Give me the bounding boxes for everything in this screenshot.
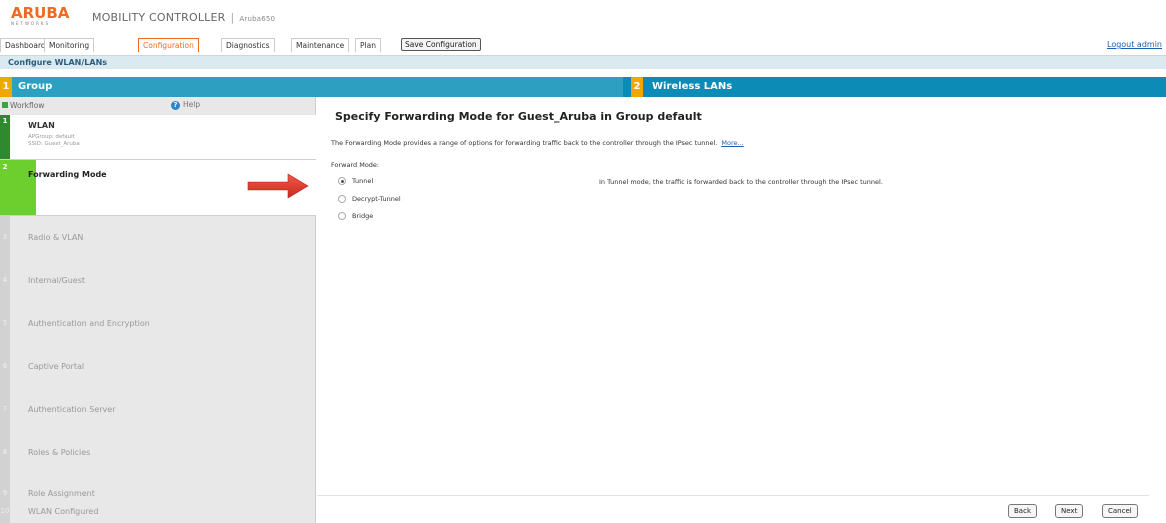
description-text: The Forwarding Mode provides a range of … (331, 139, 718, 147)
sidebar-item-number: 10 (0, 507, 10, 515)
sidebar-item-internal-guest[interactable]: 4 Internal/Guest (0, 259, 316, 302)
next-button[interactable]: Next (1055, 504, 1084, 518)
step-label-group: Group (18, 81, 53, 92)
tab-diagnostics[interactable]: Diagnostics (221, 38, 275, 52)
tab-plan[interactable]: Plan (355, 38, 381, 52)
sidebar-item-label: Role Assignment (28, 489, 95, 498)
product-title: MOBILITY CONTROLLER | Aruba650 (92, 11, 275, 24)
step-label-wireless-lans: Wireless LANs (652, 81, 733, 92)
main-nav: Dashboard Monitoring Configuration Diagn… (0, 38, 1166, 54)
page-title: Configure WLAN/LANs (8, 58, 108, 67)
sidebar-item-number-2: 2 (2, 163, 8, 171)
sidebar-item-number: 4 (2, 276, 8, 284)
sidebar-item-label: WLAN (28, 121, 55, 130)
annotation-arrow-icon (247, 173, 309, 199)
step-number: 1 (0, 77, 12, 97)
main-panel: Specify Forwarding Mode for Guest_Aruba … (317, 97, 1166, 523)
divider (0, 159, 316, 160)
sidebar-item-number-1: 1 (2, 117, 8, 125)
sidebar-item-label: Internal/Guest (28, 276, 86, 285)
sidebar-item-label: Roles & Policies (28, 448, 91, 457)
sidebar-item-number: 3 (2, 233, 8, 241)
sidebar-item-radio-vlan[interactable]: 3 Radio & VLAN (0, 216, 316, 259)
cancel-button[interactable]: Cancel (1102, 504, 1138, 518)
back-button[interactable]: Back (1008, 504, 1037, 518)
workflow-label: Workflow (10, 101, 45, 110)
radio-button-checked[interactable] (338, 177, 346, 185)
forwarding-mode-description: The Forwarding Mode provides a range of … (331, 139, 744, 147)
more-link[interactable]: More... (721, 139, 743, 147)
title-separator: | (230, 11, 235, 24)
sidebar-item-number: 5 (2, 319, 8, 327)
radio-label: Bridge (352, 212, 374, 220)
app-header: ARUBA NETWORKS MOBILITY CONTROLLER | Aruba… (0, 0, 1166, 36)
tab-maintenance[interactable]: Maintenance (291, 38, 350, 52)
sidebar-item-label: Authentication Server (28, 405, 116, 414)
sidebar-item-authentication-server[interactable]: 7 Authentication Server (0, 388, 316, 431)
radio-decrypt-tunnel[interactable]: Decrypt-Tunnel (338, 195, 401, 203)
sidebar-item-label: Authentication and Encryption (28, 319, 150, 328)
aruba-logo: ARUBA NETWORKS (11, 6, 73, 28)
radio-label: Decrypt-Tunnel (352, 195, 401, 203)
footer-divider (317, 495, 1149, 496)
forward-mode-label: Forward Mode: (331, 161, 380, 169)
mode-explanation: In Tunnel mode, the traffic is forwarded… (599, 178, 883, 186)
sidebar-item-number: 8 (2, 448, 8, 456)
page-title-bar: Configure WLAN/LANs (0, 55, 1166, 69)
tab-configuration[interactable]: Configuration (138, 38, 199, 52)
sidebar-item-apgroup: APGroup: default (28, 134, 75, 140)
sidebar-item-label: Radio & VLAN (28, 233, 84, 242)
help-icon: ? (171, 100, 180, 110)
sidebar-item-label-wlan-configured: WLAN Configured (28, 507, 99, 516)
sidebar-item-ssid: SSID: Guest_Aruba (28, 141, 80, 147)
sidebar-item-roles-policies[interactable]: 8 Roles & Policies (0, 431, 316, 474)
page-heading: Specify Forwarding Mode for Guest_Aruba … (335, 110, 702, 123)
radio-button[interactable] (338, 212, 346, 220)
sidebar-item-authentication-encryption[interactable]: 5 Authentication and Encryption (0, 302, 316, 345)
help-link[interactable]: ? Help (171, 100, 200, 110)
step-marker (0, 514, 10, 523)
sidebar-item-label: Captive Portal (28, 362, 85, 371)
logo-text: ARUBA (11, 4, 70, 22)
tab-monitoring[interactable]: Monitoring (44, 38, 95, 52)
sidebar-item-captive-portal[interactable]: 6 Captive Portal (0, 345, 316, 388)
radio-bridge[interactable]: Bridge (338, 212, 373, 220)
step-number: 2 (631, 77, 643, 97)
wizard-step-bar: 1 Group 2 Wireless LANs (0, 77, 1166, 97)
sidebar-item-number: 7 (2, 405, 8, 413)
workflow-sidebar: Workflow ?Help 1 WLAN APGroup: default S… (0, 97, 316, 523)
radio-tunnel[interactable]: Tunnel (338, 177, 373, 185)
product-name: MOBILITY CONTROLLER (92, 11, 226, 24)
save-configuration-button[interactable]: Save Configuration (401, 38, 481, 51)
help-label: Help (183, 100, 201, 109)
sidebar-item-number: 6 (2, 362, 8, 370)
sidebar-item-label: Forwarding Mode (28, 170, 107, 179)
sidebar-item-wlan[interactable]: 1 WLAN APGroup: default SSID: Guest_Arub… (0, 115, 316, 159)
radio-label: Tunnel (352, 177, 374, 185)
radio-button[interactable] (338, 195, 346, 203)
sidebar-header: Workflow ? Help (0, 97, 316, 115)
logout-link[interactable]: Logout admin (1107, 40, 1162, 49)
step-group-segment (12, 77, 623, 97)
sidebar-item-number: 9 (2, 489, 8, 497)
controller-host: Aruba650 (239, 15, 276, 23)
workflow-status-icon (2, 102, 8, 108)
